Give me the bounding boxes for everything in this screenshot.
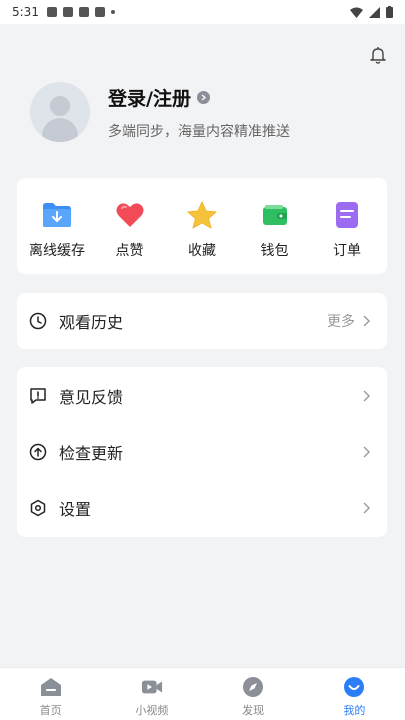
app-notification-icon [62, 7, 73, 17]
shortcut-offline-cache[interactable]: 离线缓存 [25, 178, 89, 274]
heart-icon [115, 200, 145, 230]
login-row[interactable]: 登录/注册 [108, 84, 290, 111]
login-subtitle: 多端同步，海量内容精准推送 [108, 123, 290, 140]
shortcut-orders[interactable]: 订单 [315, 178, 379, 274]
settings-label: 设置 [59, 500, 92, 519]
status-bar: 5:31 [0, 0, 405, 24]
app-notification-icon [94, 7, 105, 17]
shortcut-label: 钱包 [260, 243, 289, 259]
nav-label: 发现 [242, 704, 265, 717]
nav-me[interactable]: 我的 [304, 668, 405, 720]
home-icon [40, 676, 62, 698]
chevron-right-icon [363, 446, 373, 458]
order-icon [332, 200, 362, 230]
video-icon [141, 676, 163, 698]
battery-icon [386, 6, 393, 18]
nav-label: 我的 [343, 704, 366, 717]
feedback-label: 意见反馈 [59, 388, 124, 407]
avatar[interactable] [30, 82, 90, 142]
discover-icon [242, 676, 264, 698]
avatar-body-shape [42, 118, 78, 142]
star-icon [187, 200, 217, 230]
nav-short-video[interactable]: 小视频 [101, 668, 202, 720]
watch-history-row[interactable]: 观看历史 更多 [17, 293, 387, 349]
feedback-row[interactable]: 意见反馈 [17, 368, 387, 424]
signal-icon [369, 6, 380, 18]
download-folder-icon [42, 200, 72, 230]
shortcut-favorites[interactable]: 收藏 [170, 178, 234, 274]
login-register-title[interactable]: 登录/注册 [108, 84, 191, 111]
shortcuts-card: 离线缓存 点赞 收藏 钱包 订单 [17, 178, 387, 274]
wifi-icon [350, 7, 363, 18]
nav-label: 小视频 [135, 704, 169, 717]
more-notifications-icon [110, 10, 115, 14]
profile-text: 登录/注册 多端同步，海量内容精准推送 [108, 84, 290, 141]
notification-bell-button[interactable] [367, 44, 389, 66]
chevron-right-icon [363, 315, 373, 327]
settings-card: 意见反馈 检查更新 设置 [17, 367, 387, 537]
more-link[interactable]: 更多 [327, 311, 355, 331]
status-time: 5:31 [12, 5, 39, 19]
check-update-label: 检查更新 [59, 444, 124, 463]
clock-icon [29, 312, 47, 330]
settings-row[interactable]: 设置 [17, 480, 387, 536]
chevron-right-icon [363, 390, 373, 402]
chevron-right-icon [363, 502, 373, 514]
feedback-icon [29, 387, 47, 405]
update-icon [29, 443, 47, 461]
app-notification-icon [78, 7, 89, 17]
notification-icons [46, 7, 115, 17]
shortcut-label: 订单 [333, 243, 361, 259]
wallet-icon [260, 200, 290, 230]
shortcut-wallet[interactable]: 钱包 [243, 178, 307, 274]
system-status-icons [350, 6, 393, 18]
chevron-right-icon [196, 90, 210, 104]
shortcut-label: 收藏 [188, 243, 216, 259]
me-icon [343, 676, 365, 698]
avatar-head-shape [50, 96, 70, 116]
nav-discover[interactable]: 发现 [203, 668, 304, 720]
image-notification-icon [46, 7, 57, 17]
shortcut-likes[interactable]: 点赞 [98, 178, 162, 274]
check-update-row[interactable]: 检查更新 [17, 424, 387, 480]
shortcut-label: 离线缓存 [29, 243, 85, 259]
profile-login-area[interactable]: 登录/注册 多端同步，海量内容精准推送 [30, 82, 290, 142]
shortcut-label: 点赞 [115, 243, 144, 259]
bottom-navigation: 首页 小视频 发现 我的 [0, 667, 405, 720]
watch-history-label: 观看历史 [59, 313, 124, 332]
nav-home[interactable]: 首页 [0, 668, 101, 720]
nav-label: 首页 [39, 704, 62, 717]
watch-history-card: 观看历史 更多 [17, 293, 387, 349]
settings-icon [29, 499, 47, 517]
bell-icon [370, 47, 386, 64]
